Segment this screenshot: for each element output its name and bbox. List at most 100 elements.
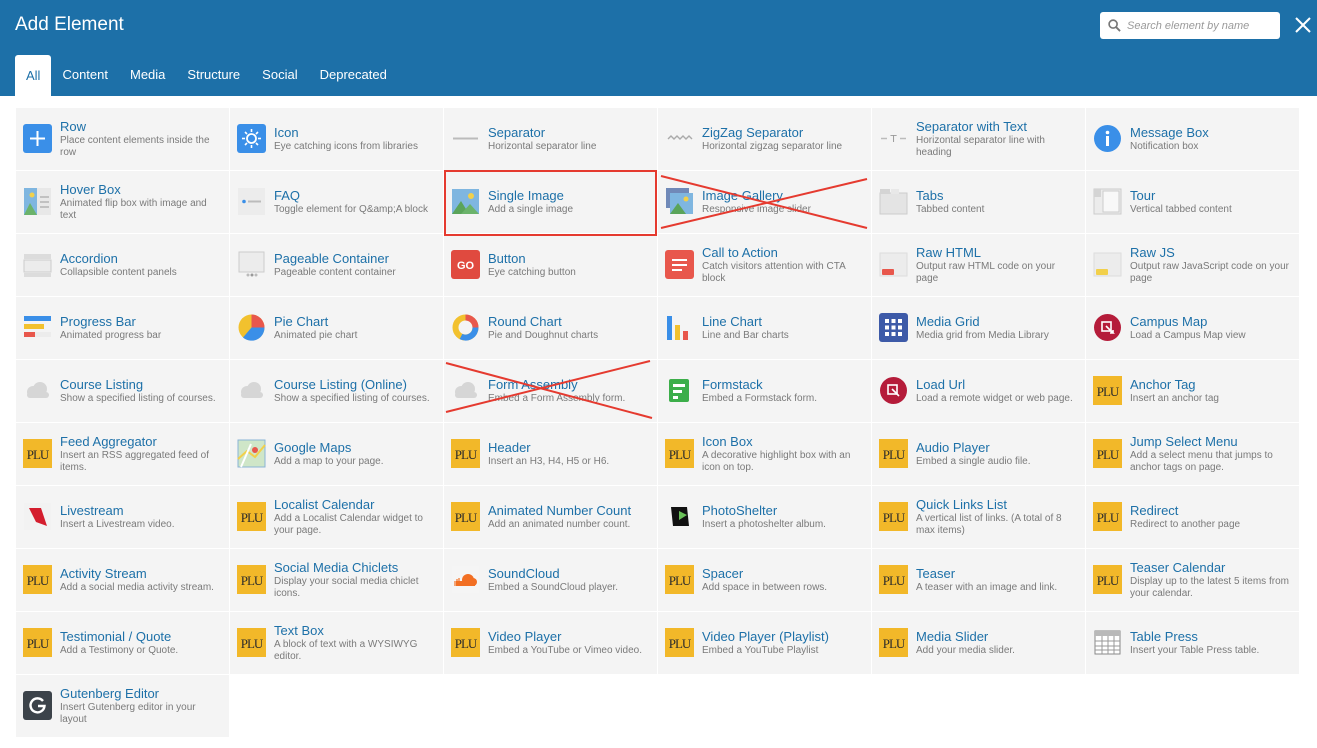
element-tile-localist-calendar[interactable]: PLU Localist Calendar Add a Localist Calen… [230, 486, 443, 548]
element-tile-animated-number-count[interactable]: PLU Animated Number Count Add an animated … [444, 486, 657, 548]
element-name: Formstack [702, 377, 763, 392]
svg-text:PLU: PLU [669, 636, 692, 651]
element-name: Gutenberg Editor [60, 686, 160, 701]
element-tile-media-slider[interactable]: PLU Media Slider Add your media slider. [872, 612, 1085, 674]
element-description: Add a select menu that jumps to anchor t… [1130, 450, 1273, 473]
element-tile-teaser-calendar[interactable]: PLU Teaser Calendar Display up to the late… [1086, 549, 1299, 611]
plu-icon: PLU [1093, 565, 1122, 594]
element-tile-round-chart[interactable]: Round Chart Pie and Doughnut charts [444, 297, 657, 359]
element-tile-teaser[interactable]: PLU Teaser A teaser with an image and link… [872, 549, 1085, 611]
element-tile-livestream[interactable]: Livestream Insert a Livestream video. [16, 486, 229, 548]
element-tile-raw-js[interactable]: Raw JS Output raw JavaScript code on your… [1086, 234, 1299, 296]
svg-text:PLU: PLU [883, 573, 906, 588]
plu-icon: PLU [879, 439, 908, 468]
element-tile-audio-player[interactable]: PLU Audio Player Embed a single audio file… [872, 423, 1085, 485]
table-icon [1093, 628, 1122, 657]
element-tile-activity-stream[interactable]: PLU Activity Stream Add a social media act… [16, 549, 229, 611]
formstack-icon [665, 376, 694, 405]
element-tile-accordion[interactable]: Accordion Collapsible content panels [16, 234, 229, 296]
element-tile-pageable-container[interactable]: Pageable Container Pageable content conta… [230, 234, 443, 296]
close-icon[interactable] [1294, 16, 1312, 34]
tab-structure[interactable]: Structure [176, 55, 251, 96]
tabs-icon [879, 187, 908, 216]
element-tile-photoshelter[interactable]: PhotoShelter Insert a photoshelter album. [658, 486, 871, 548]
tab-media[interactable]: Media [119, 55, 176, 96]
element-tile-jump-select-menu[interactable]: PLU Jump Select Menu Add a select menu tha… [1086, 423, 1299, 485]
element-tile-progress-bar[interactable]: Progress Bar Animated progress bar [16, 297, 229, 359]
element-tile-icon[interactable]: Icon Eye catching icons from libraries [230, 108, 443, 170]
tab-social[interactable]: Social [251, 55, 308, 96]
element-tile-feed-aggregator[interactable]: PLU Feed Aggregator Insert an RSS aggregat… [16, 423, 229, 485]
image-icon [451, 187, 480, 216]
element-name: Round Chart [488, 314, 562, 329]
element-tile-redirect[interactable]: PLU Redirect Redirect to another page [1086, 486, 1299, 548]
element-tile-single-image[interactable]: Single Image Add a single image [444, 171, 657, 233]
element-tile-tour[interactable]: Tour Vertical tabbed content [1086, 171, 1299, 233]
element-description: Animated pie chart [274, 330, 358, 341]
element-tile-call-to-action[interactable]: Call to Action Catch visitors attention w… [658, 234, 871, 296]
plu-icon: PLU [879, 565, 908, 594]
element-name: Image Gallery [702, 188, 783, 203]
element-tile-image-gallery[interactable]: Image Gallery Responsive image slider [658, 171, 871, 233]
element-tile-faq[interactable]: FAQ Toggle element for Q&amp;A block [230, 171, 443, 233]
modal-title: Add Element [15, 14, 124, 35]
rawhtml-icon [879, 250, 908, 279]
element-tile-google-maps[interactable]: Google Maps Add a map to your page. [230, 423, 443, 485]
element-tile-course-listing-online[interactable]: Course Listing (Online) Show a specified … [230, 360, 443, 422]
element-tile-text-box[interactable]: PLU Text Box A block of text with a WYSIWY… [230, 612, 443, 674]
element-tile-testimonial-quote[interactable]: PLU Testimonial / Quote Add a Testimony or… [16, 612, 229, 674]
search-box[interactable] [1100, 12, 1280, 39]
tab-deprecated[interactable]: Deprecated [309, 55, 398, 96]
accordion-icon [23, 250, 52, 279]
element-tile-video-player-playlist[interactable]: PLU Video Player (Playlist) Embed a YouTub… [658, 612, 871, 674]
element-tile-line-chart[interactable]: Line Chart Line and Bar charts [658, 297, 871, 359]
element-tile-button[interactable]: GO Button Eye catching button [444, 234, 657, 296]
element-name: Campus Map [1130, 314, 1208, 329]
cloud-icon [451, 376, 480, 405]
element-name: Quick Links List [916, 497, 1008, 512]
element-tile-load-url[interactable]: Load Url Load a remote widget or web page… [872, 360, 1085, 422]
element-tile-video-player[interactable]: PLU Video Player Embed a YouTube or Vimeo … [444, 612, 657, 674]
element-description: Show a specified listing of courses. [274, 393, 430, 404]
tab-all[interactable]: All [15, 55, 52, 96]
element-tile-row[interactable]: Row Place content elements inside the row [16, 108, 229, 170]
element-tile-message-box[interactable]: Message Box Notification box [1086, 108, 1299, 170]
element-tile-icon-box[interactable]: PLU Icon Box A decorative highlight box wi… [658, 423, 871, 485]
element-tile-spacer[interactable]: PLU Spacer Add space in between rows. [658, 549, 871, 611]
pie-icon [237, 313, 266, 342]
linechart-icon [665, 313, 694, 342]
element-tile-table-press[interactable]: Table Press Insert your Table Press table… [1086, 612, 1299, 674]
element-tile-media-grid[interactable]: Media Grid Media grid from Media Library [872, 297, 1085, 359]
element-tile-separator[interactable]: Separator Horizontal separator line [444, 108, 657, 170]
element-tile-header[interactable]: PLU Header Insert an H3, H4, H5 or H6. [444, 423, 657, 485]
element-name: Audio Player [916, 440, 990, 455]
element-tile-formstack[interactable]: Formstack Embed a Formstack form. [658, 360, 871, 422]
element-description: Collapsible content panels [60, 267, 177, 278]
plu-icon: PLU [1093, 376, 1122, 405]
element-tile-hover-box[interactable]: Hover Box Animated flip box with image an… [16, 171, 229, 233]
plu-icon: PLU [1093, 439, 1122, 468]
tab-content[interactable]: Content [51, 55, 119, 96]
element-tile-gutenberg-editor[interactable]: Gutenberg Editor Insert Gutenberg editor … [16, 675, 229, 737]
element-tile-tabs[interactable]: Tabs Tabbed content [872, 171, 1085, 233]
element-name: PhotoShelter [702, 503, 778, 518]
element-tile-pie-chart[interactable]: Pie Chart Animated pie chart [230, 297, 443, 359]
element-tile-zigzag-separator[interactable]: ZigZag Separator Horizontal zigzag separa… [658, 108, 871, 170]
element-tile-soundcloud[interactable]: SoundCloud Embed a SoundCloud player. [444, 549, 657, 611]
element-name: Anchor Tag [1130, 377, 1196, 392]
element-tile-raw-html[interactable]: Raw HTML Output raw HTML code on your pag… [872, 234, 1085, 296]
element-name: Separator [488, 125, 546, 140]
element-tile-anchor-tag[interactable]: PLU Anchor Tag Insert an anchor tag [1086, 360, 1299, 422]
element-name: Single Image [488, 188, 564, 203]
element-tile-social-media-chiclets[interactable]: PLU Social Media Chiclets Display your soc… [230, 549, 443, 611]
element-tile-campus-map[interactable]: Campus Map Load a Campus Map view [1086, 297, 1299, 359]
element-tile-quick-links-list[interactable]: PLU Quick Links List A vertical list of li… [872, 486, 1085, 548]
element-tile-form-assembly[interactable]: Form Assembly Embed a Form Assembly form. [444, 360, 657, 422]
plu-icon: PLU [23, 565, 52, 594]
gutenberg-icon [23, 691, 52, 720]
pageable-icon [237, 250, 266, 279]
element-name: SoundCloud [488, 566, 560, 581]
search-input[interactable] [1127, 19, 1267, 32]
element-tile-course-listing[interactable]: Course Listing Show a specified listing o… [16, 360, 229, 422]
element-tile-separator-with-text[interactable]: T Separator with Text Horizontal separator… [872, 108, 1085, 170]
